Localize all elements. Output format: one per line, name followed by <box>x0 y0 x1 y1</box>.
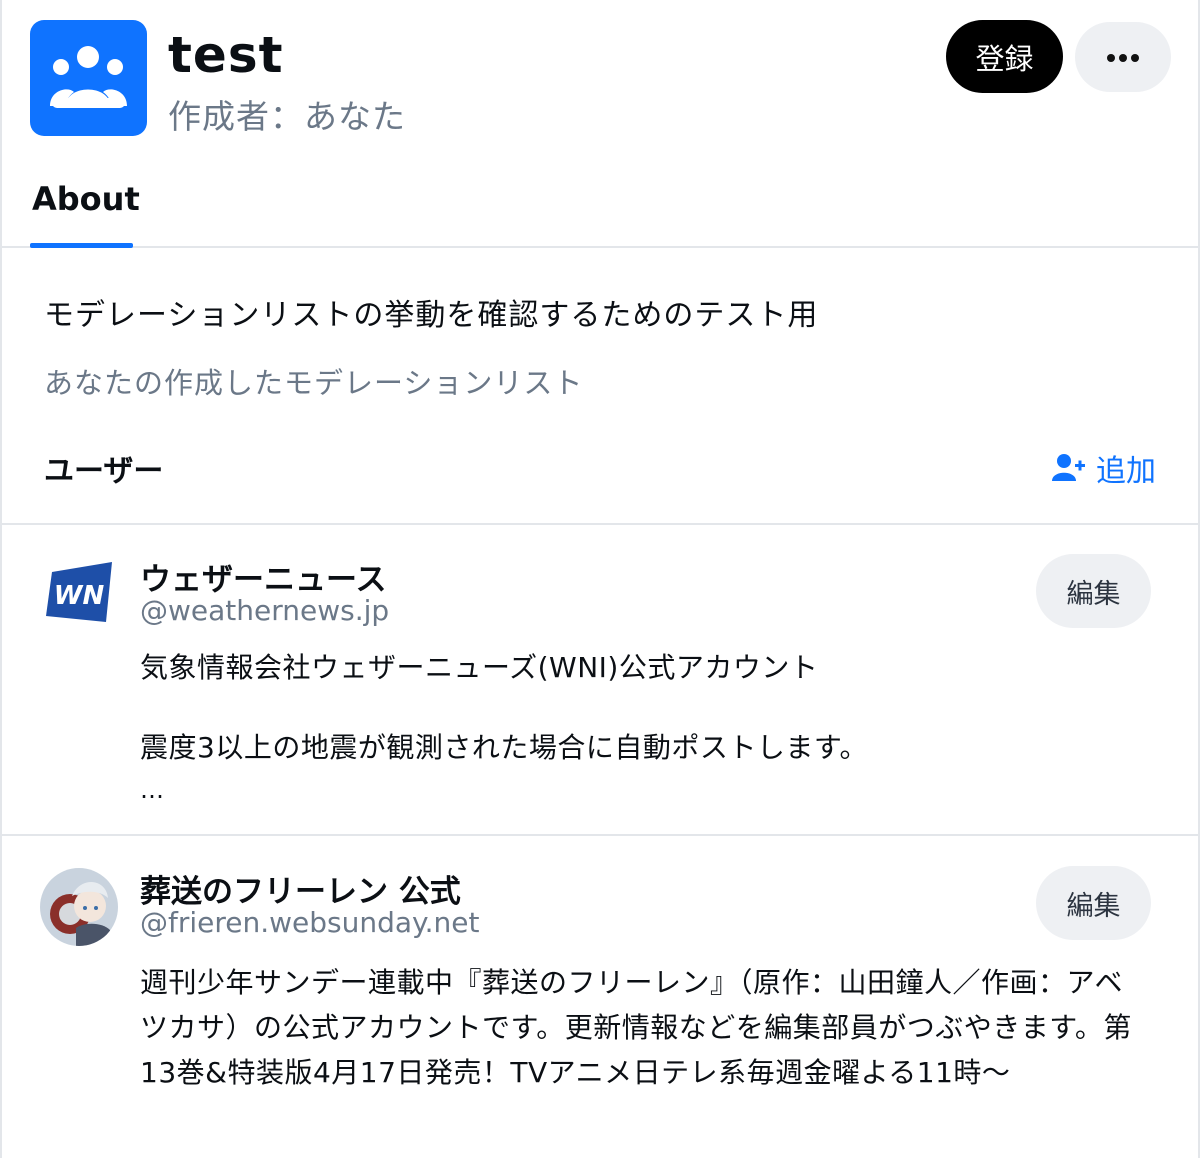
person-plus-icon <box>1052 454 1085 481</box>
tab-bar: About <box>2 160 1198 248</box>
list-purpose: あなたの作成したモデレーションリスト <box>44 366 584 400</box>
list-creator: 作成者：あなた <box>168 97 406 136</box>
avatar-logo-text: WN <box>54 581 105 611</box>
people-group-icon <box>30 20 147 136</box>
add-user-label: 追加 <box>1096 454 1156 489</box>
tab-about[interactable]: About <box>32 180 140 218</box>
user-bio: 気象情報会社ウェザーニューズ(WNI)公式アカウント 震度3以上の地震が観測され… <box>140 651 869 764</box>
ellipsis-icon[interactable] <box>1075 22 1171 92</box>
user-display-name: 葬送のフリーレン 公式 <box>140 874 461 910</box>
list-title: test <box>168 26 284 84</box>
avatar[interactable]: WN <box>40 556 118 634</box>
list-description: モデレーションリストの挙動を確認するためのテスト用 <box>44 298 819 333</box>
subscribe-button[interactable]: 登録 <box>946 20 1063 93</box>
add-user-button[interactable]: 追加 <box>1052 446 1156 490</box>
user-bio: 週刊少年サンデー連載中『葬送のフリーレン』（原作：山田鐘人／作画：アベツカサ）の… <box>140 966 1132 1089</box>
list-item[interactable]: WN ウェザーニュース @weathernews.jp 編集 気象情報会社ウェザ… <box>2 526 1198 836</box>
list-item[interactable]: 葬送のフリーレン 公式 @frieren.websunday.net 編集 週刊… <box>2 838 1198 1158</box>
edit-button[interactable]: 編集 <box>1036 866 1151 940</box>
bio-truncation: … <box>140 776 164 804</box>
users-section-title: ユーザー <box>44 454 164 489</box>
user-handle: @weathernews.jp <box>140 594 390 627</box>
about-section: モデレーションリストの挙動を確認するためのテスト用 あなたの作成したモデレーショ… <box>2 250 1198 525</box>
edit-button[interactable]: 編集 <box>1036 554 1151 628</box>
tab-active-indicator <box>30 243 133 248</box>
user-handle: @frieren.websunday.net <box>140 906 480 939</box>
moderation-list-page: test 作成者：あなた 登録 About モデレーションリストの挙動を確認する… <box>0 0 1200 1158</box>
list-header: test 作成者：あなた 登録 <box>2 0 1198 160</box>
user-display-name: ウェザーニュース <box>140 562 387 598</box>
avatar[interactable] <box>40 868 118 946</box>
